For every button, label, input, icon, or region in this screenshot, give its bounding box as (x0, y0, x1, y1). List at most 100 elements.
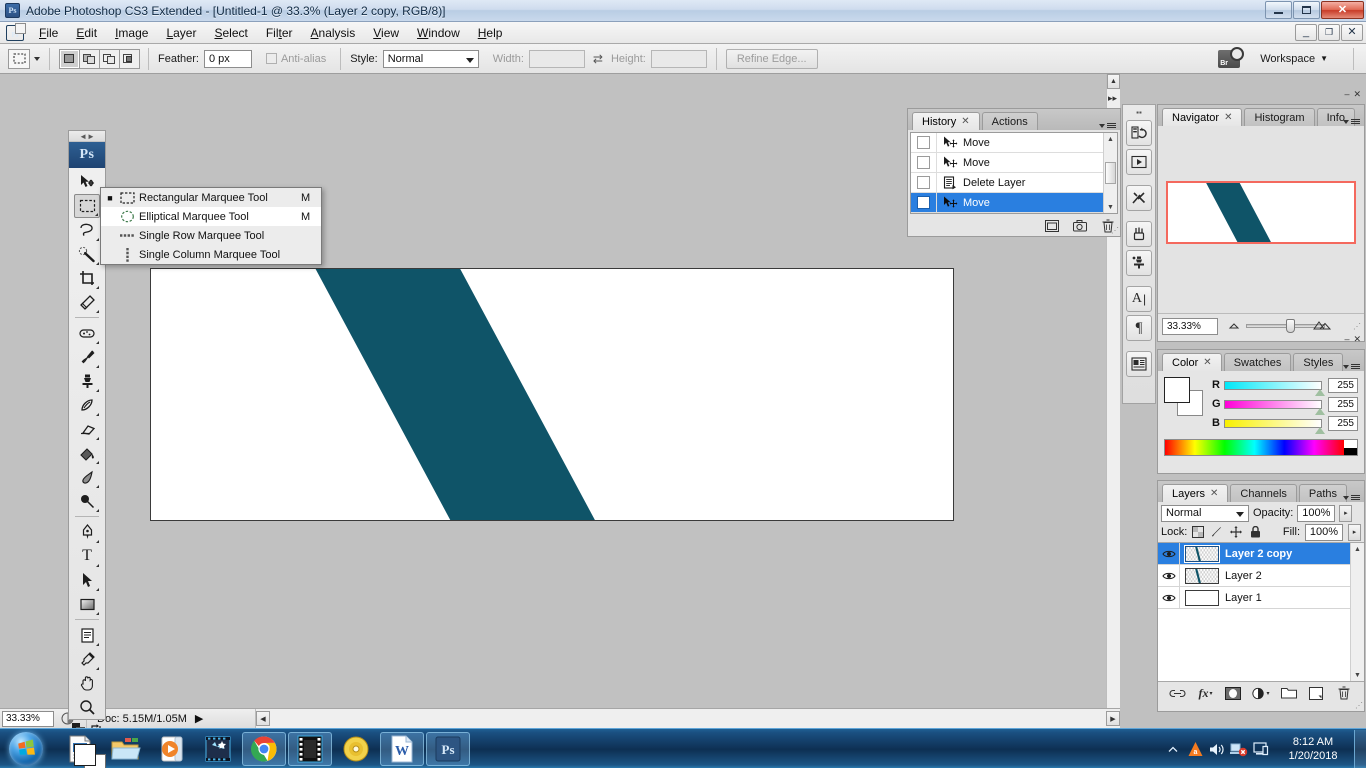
menu-file[interactable]: File (30, 24, 67, 42)
flyout-item-single-column-marquee[interactable]: Single Column Marquee Tool (101, 245, 321, 264)
slider-thumb[interactable] (1285, 319, 1295, 333)
layer-thumbnail[interactable] (1185, 589, 1219, 606)
blue-channel-slider[interactable] (1224, 418, 1325, 434)
history-panel-collapse-arrows[interactable]: ▸▸ (1108, 93, 1117, 104)
new-selection-button[interactable] (59, 48, 80, 69)
menu-edit[interactable]: Edit (67, 24, 106, 42)
tools-panel-collapse-handle[interactable]: ◄► (69, 131, 105, 142)
history-dock-icon[interactable] (1126, 120, 1152, 146)
horizontal-type-tool[interactable]: T (74, 544, 100, 568)
lock-all-icon[interactable] (1249, 526, 1261, 538)
taskbar-item-movie-maker[interactable] (196, 732, 240, 766)
taskbar-item-explorer[interactable] (104, 732, 148, 766)
layer-style-fx-icon[interactable]: fx ▾ (1197, 685, 1214, 701)
zoom-in-icon[interactable] (1313, 320, 1332, 332)
taskbar-item-video[interactable] (288, 731, 332, 766)
character-dock-icon[interactable]: A | (1126, 286, 1152, 312)
menu-help[interactable]: Help (469, 24, 512, 42)
fill-input[interactable]: 100% (1305, 523, 1343, 541)
layer-row[interactable]: Layer 1 (1158, 587, 1364, 609)
document-system-menu-icon[interactable]: Ps (6, 22, 26, 41)
history-snapshot-toggle[interactable] (911, 153, 937, 172)
color-panel-menu-button[interactable] (1343, 364, 1360, 369)
layer-thumbnail[interactable] (1185, 545, 1219, 562)
document-window[interactable] (150, 268, 954, 521)
menu-view[interactable]: View (364, 24, 408, 42)
new-document-icon[interactable] (1044, 219, 1060, 234)
navigator-preview-area[interactable] (1158, 126, 1364, 314)
tab-layers[interactable]: Layers ✕ (1162, 484, 1229, 502)
green-channel-slider[interactable] (1224, 399, 1325, 415)
tab-actions[interactable]: Actions (981, 112, 1038, 130)
doc-restore-button[interactable]: ❐ (1318, 24, 1340, 41)
add-to-selection-button[interactable] (79, 48, 100, 69)
eraser-tool[interactable] (74, 417, 100, 441)
workspace-label[interactable]: Workspace (1260, 53, 1315, 65)
close-icon[interactable]: ✕ (1353, 89, 1361, 100)
tool-flyout-triangle-icon[interactable] (93, 286, 99, 289)
zoom-out-icon[interactable] (1228, 321, 1241, 331)
brush-tool[interactable] (74, 345, 100, 369)
scroll-down-arrow-icon[interactable]: ▼ (1354, 669, 1361, 681)
tool-flyout-triangle-icon[interactable] (93, 485, 99, 488)
feather-input[interactable]: 0 px (203, 49, 252, 68)
tool-flyout-triangle-icon[interactable] (93, 540, 99, 543)
tool-flyout-triangle-icon[interactable] (93, 643, 99, 646)
layer-mask-icon[interactable] (1225, 685, 1242, 701)
minimize-icon[interactable]: – (1344, 89, 1349, 100)
snapshot-camera-icon[interactable] (1072, 219, 1088, 234)
dock-grip-icon[interactable]: ▪▪ (1136, 108, 1142, 117)
pen-tool[interactable] (74, 520, 100, 544)
tool-presets-dock-icon[interactable] (1126, 185, 1152, 211)
tool-flyout-triangle-icon[interactable] (93, 238, 99, 241)
layer-name[interactable]: Layer 2 copy (1225, 548, 1292, 560)
tab-history[interactable]: History ✕ (912, 112, 980, 130)
network-icon[interactable] (1228, 730, 1250, 768)
rectangular-marquee-tool[interactable] (74, 194, 100, 218)
spot-healing-brush-tool[interactable] (74, 321, 100, 345)
subtract-from-selection-button[interactable] (99, 48, 120, 69)
navigator-panel-window-controls[interactable]: – ✕ (1344, 89, 1361, 100)
taskbar-item-photoshop[interactable]: Ps (426, 731, 470, 766)
history-row[interactable]: Move (911, 153, 1117, 173)
scroll-up-arrow-icon[interactable]: ▲ (1354, 543, 1361, 555)
lock-transparency-icon[interactable] (1192, 526, 1205, 538)
clone-stamp-tool[interactable] (74, 369, 100, 393)
action-center-icon[interactable] (1250, 730, 1272, 768)
tool-preset-picker[interactable] (8, 48, 30, 69)
menu-layer[interactable]: Layer (157, 24, 205, 42)
tab-channels[interactable]: Channels (1230, 484, 1297, 502)
tab-color[interactable]: Color ✕ (1162, 353, 1222, 371)
slice-tool[interactable] (74, 290, 100, 314)
start-button[interactable] (2, 730, 50, 768)
brushes-dock-icon[interactable] (1126, 221, 1152, 247)
history-snapshot-toggle[interactable] (911, 193, 937, 212)
layer-name[interactable]: Layer 1 (1225, 592, 1262, 604)
taskbar-item-media-player[interactable] (150, 732, 194, 766)
tab-styles[interactable]: Styles (1293, 353, 1344, 371)
lock-image-icon[interactable] (1211, 526, 1223, 538)
show-desktop-button[interactable] (1354, 730, 1366, 768)
doc-minimize-button[interactable]: _ (1295, 24, 1317, 41)
scroll-right-arrow-icon[interactable]: ▶ (1106, 711, 1120, 726)
layer-row[interactable]: Layer 2 copy (1158, 543, 1364, 565)
crop-tool[interactable] (74, 266, 100, 290)
history-row[interactable]: Delete Layer (911, 173, 1117, 193)
close-icon[interactable]: ✕ (961, 116, 969, 127)
red-channel-slider[interactable] (1224, 380, 1325, 396)
layer-vis-toggle[interactable] (1158, 543, 1180, 564)
tool-flyout-triangle-icon[interactable] (93, 564, 99, 567)
close-icon[interactable]: ✕ (1210, 488, 1218, 499)
adjustment-layer-icon[interactable]: ▾ (1252, 685, 1269, 701)
show-hidden-icons-button[interactable] (1162, 730, 1184, 768)
status-info-arrow-icon[interactable]: ▶ (195, 712, 203, 725)
layer-comps-dock-icon[interactable] (1126, 351, 1152, 377)
layer-vis-toggle[interactable] (1158, 587, 1180, 608)
notes-tool[interactable] (74, 623, 100, 647)
panel-resize-grip[interactable]: ⋰ (1111, 226, 1119, 235)
rectangle-shape-tool[interactable] (74, 592, 100, 616)
blue-value[interactable]: 255 (1328, 415, 1358, 431)
flyout-item-elliptical-marquee[interactable]: Elliptical Marquee Tool M (101, 207, 321, 226)
tab-histogram[interactable]: Histogram (1244, 108, 1315, 126)
history-scrollbar[interactable]: ▲ ▼ (1103, 133, 1117, 213)
